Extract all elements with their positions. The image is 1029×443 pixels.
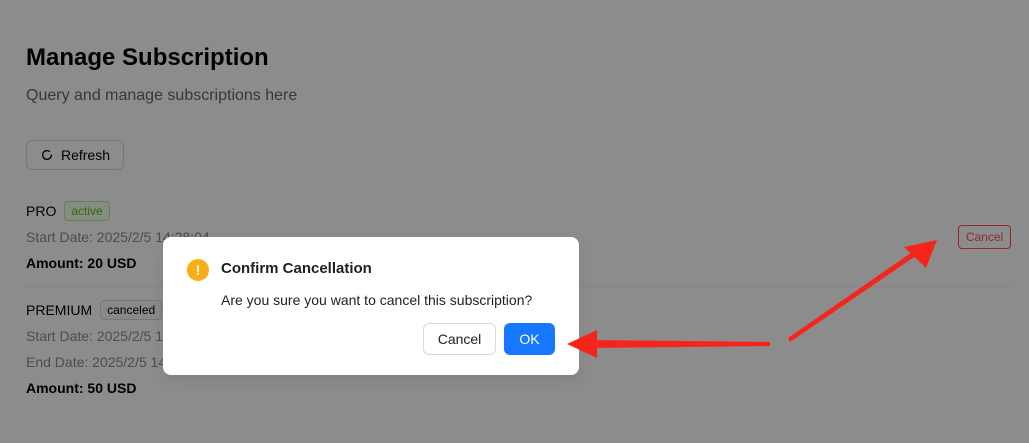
modal-footer: Cancel OK xyxy=(423,323,555,355)
modal-cancel-button[interactable]: Cancel xyxy=(423,323,496,355)
modal-ok-button[interactable]: OK xyxy=(504,323,555,355)
modal-content: Are you sure you want to cancel this sub… xyxy=(221,292,533,308)
modal-title: Confirm Cancellation xyxy=(221,260,372,277)
manage-subscription-page: Manage Subscription Query and manage sub… xyxy=(0,0,1029,443)
confirm-cancellation-dialog: ! Confirm Cancellation Are you sure you … xyxy=(163,237,579,375)
modal-mask[interactable] xyxy=(0,0,1029,443)
exclamation-icon: ! xyxy=(187,259,209,281)
